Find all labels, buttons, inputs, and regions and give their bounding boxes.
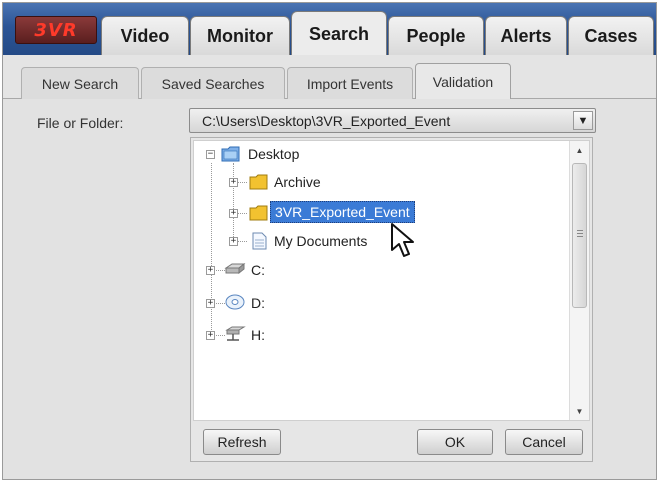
file-path-combobox[interactable]: C:\Users\Desktop\3VR_Exported_Event ▼: [189, 108, 596, 133]
app-logo: 3VR: [15, 16, 97, 44]
app-window: 3VR Video Monitor Search People Alerts C…: [2, 2, 657, 480]
file-or-folder-label: File or Folder:: [37, 115, 124, 131]
refresh-button[interactable]: Refresh: [203, 429, 281, 455]
tab-monitor[interactable]: Monitor: [190, 16, 290, 56]
tab-alerts[interactable]: Alerts: [485, 16, 567, 56]
collapse-icon[interactable]: −: [206, 150, 215, 159]
tree-node-desktop[interactable]: Desktop: [248, 146, 299, 162]
expand-icon[interactable]: +: [206, 331, 215, 340]
cancel-button[interactable]: Cancel: [505, 429, 583, 455]
folder-tree[interactable]: − Desktop + Archive + 3VR_Exported_Event: [193, 140, 590, 421]
scroll-down-icon[interactable]: ▼: [570, 402, 589, 420]
tree-scrollbar[interactable]: ▲ ▼: [569, 141, 589, 420]
network-drive-icon: [225, 326, 246, 341]
validation-panel: File or Folder: C:\Users\Desktop\3VR_Exp…: [3, 99, 656, 479]
ok-button[interactable]: OK: [417, 429, 493, 455]
tree-node-archive[interactable]: Archive: [274, 174, 321, 190]
tree-guide-line: [211, 163, 212, 336]
expand-icon[interactable]: +: [206, 266, 215, 275]
cd-drive-icon: [225, 294, 245, 310]
subtab-saved-searches[interactable]: Saved Searches: [141, 67, 285, 99]
tree-node-3vr-exported-event[interactable]: 3VR_Exported_Event: [270, 201, 415, 223]
scrollbar-thumb[interactable]: [572, 163, 587, 308]
tab-people[interactable]: People: [388, 16, 484, 56]
mouse-pointer-icon: [391, 223, 414, 257]
subtab-new-search[interactable]: New Search: [21, 67, 139, 99]
folder-icon: [249, 205, 268, 221]
tree-node-my-documents[interactable]: My Documents: [274, 233, 367, 249]
expand-icon[interactable]: +: [229, 209, 238, 218]
desktop-icon: [221, 146, 240, 162]
expand-icon[interactable]: +: [229, 237, 238, 246]
tree-guide-line: [233, 163, 234, 241]
hard-drive-icon: [224, 262, 246, 275]
tab-cases[interactable]: Cases: [568, 16, 654, 56]
document-icon: [252, 232, 267, 250]
tree-node-c-drive[interactable]: C:: [251, 262, 265, 278]
sub-tab-bar: New Search Saved Searches Import Events …: [3, 55, 656, 100]
folder-browser: − Desktop + Archive + 3VR_Exported_Event: [190, 137, 593, 462]
tree-node-d-drive[interactable]: D:: [251, 295, 265, 311]
scroll-up-icon[interactable]: ▲: [570, 141, 589, 159]
subtab-import-events[interactable]: Import Events: [287, 67, 413, 99]
main-nav-bar: 3VR Video Monitor Search People Alerts C…: [3, 3, 656, 56]
tab-video[interactable]: Video: [101, 16, 189, 56]
grip-icon: [577, 230, 583, 237]
tree-node-h-drive[interactable]: H:: [251, 327, 265, 343]
expand-icon[interactable]: +: [206, 299, 215, 308]
file-path-value: C:\Users\Desktop\3VR_Exported_Event: [202, 113, 451, 129]
expand-icon[interactable]: +: [229, 178, 238, 187]
tab-search[interactable]: Search: [291, 11, 387, 56]
subtab-validation[interactable]: Validation: [415, 63, 511, 100]
folder-icon: [249, 174, 268, 190]
chevron-down-icon[interactable]: ▼: [573, 111, 593, 130]
